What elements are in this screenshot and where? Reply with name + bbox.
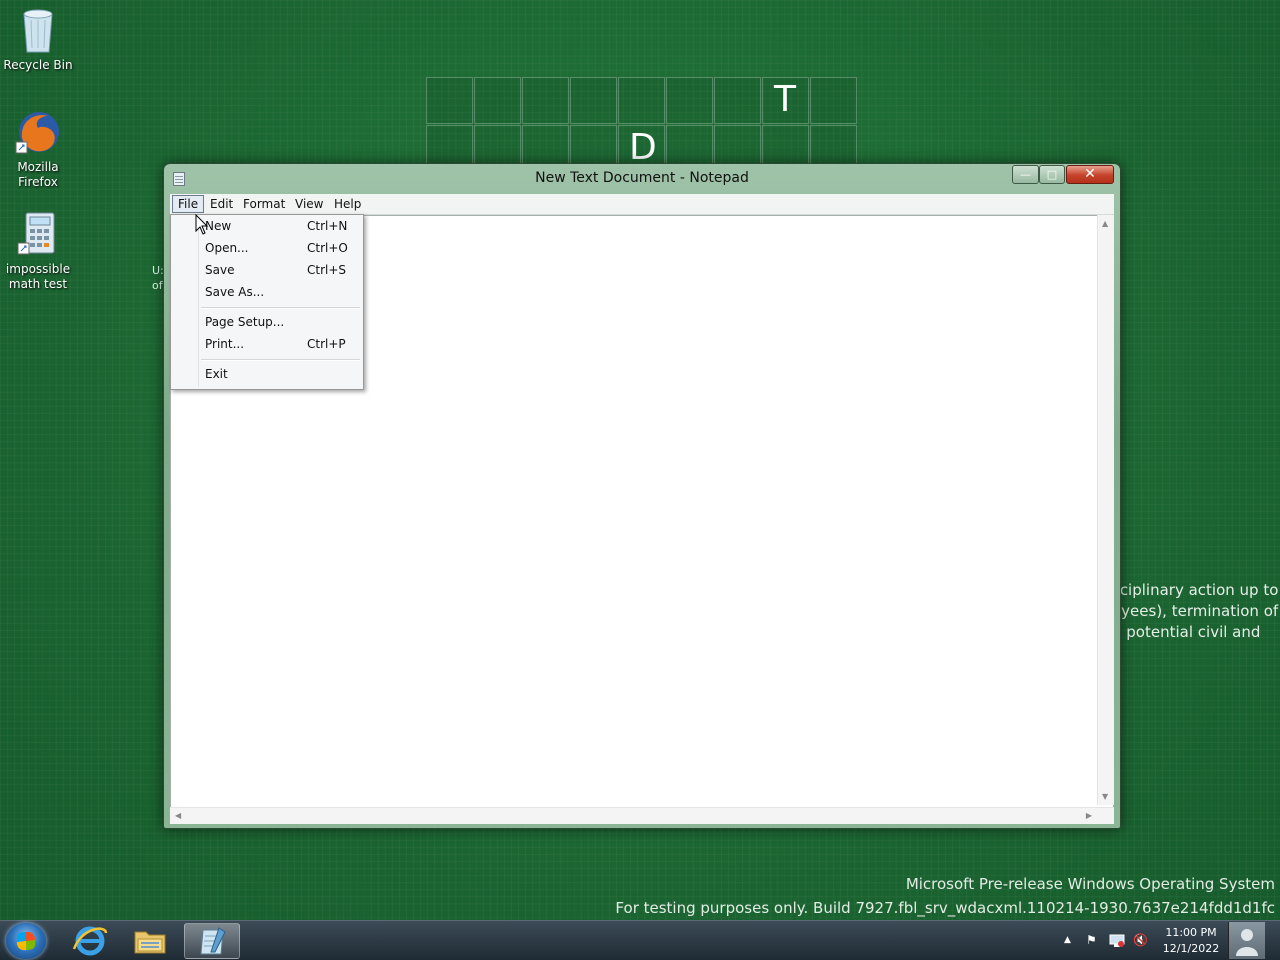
volume-muted-icon[interactable]: 🔇 xyxy=(1133,933,1148,947)
menu-item-label: Save As... xyxy=(205,285,265,299)
menu-item-label: Page Setup... xyxy=(205,315,285,329)
menu-item-shortcut: Ctrl+S xyxy=(307,263,347,277)
menu-item-label: Print... xyxy=(205,337,245,351)
grid-letter: D xyxy=(629,127,657,168)
user-silhouette-icon xyxy=(1236,929,1258,956)
background-partial-text: of xyxy=(152,279,163,292)
background-document-text: sciplinary action up to oyees), terminat… xyxy=(1112,580,1280,643)
menu-item-save-as[interactable]: Save As... xyxy=(173,282,361,303)
grid-letter: T xyxy=(774,79,796,120)
desktop-icon-recycle-bin[interactable]: Recycle Bin xyxy=(0,6,76,73)
desktop-icon-label: Recycle Bin xyxy=(3,58,73,72)
clock-date: 12/1/2022 xyxy=(1162,942,1220,955)
menu-item-label: Exit xyxy=(205,367,228,381)
action-center-flag-icon[interactable]: ⚑ xyxy=(1086,933,1097,947)
menu-separator xyxy=(201,307,360,309)
notepad-icon xyxy=(200,927,226,955)
recycle-bin-icon xyxy=(14,6,62,56)
menu-item-label: Open... xyxy=(205,241,249,255)
menu-item-shortcut: Ctrl+N xyxy=(307,219,348,233)
taskbar-windows-explorer[interactable] xyxy=(122,923,178,959)
menu-item-save[interactable]: Save Ctrl+S xyxy=(173,260,361,281)
menu-bar: File Edit Format View Help xyxy=(170,194,1114,215)
build-watermark-line1: Microsoft Pre-release Windows Operating … xyxy=(905,875,1275,893)
title-bar[interactable]: New Text Document - Notepad — □ ✕ xyxy=(164,164,1120,194)
menu-file[interactable]: File xyxy=(172,195,205,213)
taskbar: ▲ ⚑ 🔇 11:00 PM 12/1/2022 xyxy=(0,920,1280,960)
menu-item-page-setup[interactable]: Page Setup... xyxy=(173,312,361,333)
close-button[interactable]: ✕ xyxy=(1066,165,1114,184)
menu-item-exit[interactable]: Exit xyxy=(173,364,361,385)
folder-icon xyxy=(134,931,166,954)
menu-item-shortcut: Ctrl+O xyxy=(307,241,348,255)
desktop-icon-firefox[interactable]: Mozilla Firefox xyxy=(0,108,76,190)
calculator-icon xyxy=(14,210,62,260)
menu-item-shortcut: Ctrl+P xyxy=(307,337,346,351)
file-menu-dropdown: New Ctrl+N Open... Ctrl+O Save Ctrl+S Sa… xyxy=(170,214,364,390)
menu-view[interactable]: View xyxy=(290,195,328,213)
maximize-button[interactable]: □ xyxy=(1039,165,1065,184)
menu-help[interactable]: Help xyxy=(329,195,366,213)
internet-explorer-icon xyxy=(72,926,108,956)
menu-item-label: Save xyxy=(205,263,235,277)
show-desktop-button[interactable] xyxy=(1228,922,1265,959)
background-letter-grid: T D xyxy=(426,77,858,172)
minimize-button[interactable]: — xyxy=(1012,165,1039,184)
background-text-line: sciplinary action up to xyxy=(1112,581,1279,599)
menu-item-open[interactable]: Open... Ctrl+O xyxy=(173,238,361,259)
background-text-line: oyees), termination of xyxy=(1112,602,1279,620)
build-watermark-line2: For testing purposes only. Build 7927.fb… xyxy=(615,899,1275,917)
taskbar-notepad[interactable] xyxy=(184,923,240,959)
show-hidden-icons[interactable]: ▲ xyxy=(1064,935,1071,945)
background-text-line: d potential civil and xyxy=(1112,623,1261,641)
menu-separator xyxy=(201,359,360,361)
taskbar-internet-explorer[interactable] xyxy=(62,923,118,959)
firefox-icon xyxy=(14,108,62,158)
menu-item-print[interactable]: Print... Ctrl+P xyxy=(173,334,361,355)
window-title: New Text Document - Notepad xyxy=(535,170,749,186)
desktop-icon-label: math test xyxy=(8,277,68,291)
start-button[interactable] xyxy=(6,923,46,959)
desktop-icon-label: impossible xyxy=(5,262,71,276)
desktop-icon-label: Firefox xyxy=(18,175,58,189)
clock-time: 11:00 PM xyxy=(1165,926,1217,939)
network-icon[interactable] xyxy=(1109,934,1125,948)
desktop-icon-label: Mozilla xyxy=(17,160,59,174)
system-clock[interactable]: 11:00 PM 12/1/2022 xyxy=(1158,925,1224,957)
windows-logo-icon xyxy=(17,931,35,951)
background-partial-text: U: xyxy=(152,264,164,277)
desktop-icon-impossible-math-test[interactable]: impossible math test xyxy=(0,210,76,292)
mouse-cursor-icon xyxy=(195,214,209,235)
menu-format[interactable]: Format xyxy=(238,195,290,213)
menu-edit[interactable]: Edit xyxy=(205,195,238,213)
